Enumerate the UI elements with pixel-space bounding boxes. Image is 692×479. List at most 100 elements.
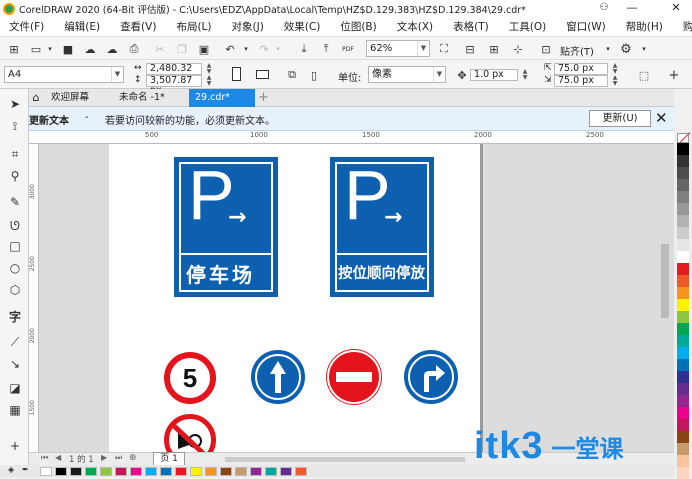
color-swatch[interactable] <box>250 467 262 476</box>
cut-icon[interactable]: ✂ <box>152 41 168 57</box>
redo-dropdown-icon[interactable]: ▾ <box>270 41 286 57</box>
color-swatch[interactable] <box>677 227 689 239</box>
color-swatch[interactable] <box>677 275 689 287</box>
no-horn-sign[interactable] <box>164 414 216 452</box>
print-icon[interactable]: ⎙ <box>126 41 142 57</box>
page-tab[interactable]: 页 1 <box>153 452 185 466</box>
prev-page-icon[interactable]: ◀ <box>55 453 61 462</box>
menu-effects[interactable]: 效果(C) <box>284 19 321 34</box>
home-icon[interactable]: ⌂ <box>29 91 43 105</box>
color-swatch[interactable] <box>40 467 52 476</box>
connector-tool-icon[interactable]: ↘ <box>6 355 24 373</box>
landscape-icon[interactable] <box>256 70 269 79</box>
vertical-ruler[interactable]: 3000 2500 2000 1500 <box>29 144 39 452</box>
color-swatch[interactable] <box>175 467 187 476</box>
menu-text[interactable]: 文本(X) <box>397 19 433 34</box>
minimize-button[interactable]: — <box>620 0 644 17</box>
new-document-icon[interactable]: ⊞ <box>6 41 22 57</box>
color-swatch[interactable] <box>295 467 307 476</box>
current-page-icon[interactable]: ▯ <box>306 67 322 83</box>
zoom-tool-icon[interactable]: ⚲ <box>6 167 24 185</box>
color-swatch[interactable] <box>85 467 97 476</box>
close-notification-icon[interactable]: ✕ <box>655 109 668 127</box>
guidelines-icon[interactable]: ⊹ <box>510 41 526 57</box>
import-icon[interactable]: ⤓ <box>296 41 312 57</box>
update-button[interactable]: 更新(U) <box>589 110 651 127</box>
height-spinner[interactable]: ▲ ▼ <box>204 75 214 87</box>
menu-help[interactable]: 帮助(H) <box>626 19 663 34</box>
options-gear-icon[interactable]: ⚙ <box>618 41 634 57</box>
color-swatch[interactable] <box>677 155 689 167</box>
color-swatch[interactable] <box>677 287 689 299</box>
color-swatch[interactable] <box>280 467 292 476</box>
color-swatch[interactable] <box>677 311 689 323</box>
add-icon[interactable]: + <box>666 67 682 83</box>
color-swatch[interactable] <box>235 467 247 476</box>
ellipse-tool-icon[interactable]: ○ <box>6 259 24 277</box>
menu-file[interactable]: 文件(F) <box>9 19 44 34</box>
portrait-icon[interactable] <box>232 67 241 81</box>
snap-to-label[interactable]: 贴齐(T) <box>560 43 594 58</box>
open-dropdown-icon[interactable]: ▾ <box>42 41 58 57</box>
no-color-swatch[interactable] <box>677 132 691 143</box>
color-swatch[interactable] <box>677 167 689 179</box>
color-swatch[interactable] <box>677 239 689 251</box>
color-swatch[interactable] <box>677 215 689 227</box>
artistic-media-icon[interactable]: ᘎ <box>6 217 24 235</box>
full-screen-icon[interactable]: ⛶ <box>436 41 452 57</box>
page-frame-icon[interactable]: ⬚ <box>636 67 652 83</box>
document-page[interactable]: P → 停车场 P → 按位顺向停放 5 <box>109 144 480 452</box>
parking-sign-2[interactable]: P → 按位顺向停放 <box>330 156 434 297</box>
color-swatch[interactable] <box>677 251 689 263</box>
color-swatch[interactable] <box>677 299 689 311</box>
color-swatch[interactable] <box>55 467 67 476</box>
color-swatch[interactable] <box>70 467 82 476</box>
save-icon[interactable]: ■ <box>60 41 76 57</box>
color-swatch[interactable] <box>677 347 689 359</box>
add-tool-icon[interactable]: + <box>6 437 24 455</box>
color-swatch[interactable] <box>677 371 689 383</box>
cloud-icon[interactable]: ☁ <box>82 41 98 57</box>
tab-welcome[interactable]: 欢迎屏幕 <box>45 89 111 107</box>
menu-tools[interactable]: 工具(O) <box>509 19 546 34</box>
options-dropdown-icon[interactable]: ▾ <box>636 41 652 57</box>
color-swatch[interactable] <box>160 467 172 476</box>
duplicate-x-field[interactable]: 75.0 px <box>554 63 608 75</box>
color-swatch[interactable] <box>677 359 689 371</box>
add-tab-button[interactable]: + <box>255 89 271 107</box>
menu-table[interactable]: 表格(T) <box>453 19 489 34</box>
last-page-icon[interactable]: ⏭ <box>115 453 122 463</box>
color-swatch[interactable] <box>220 467 232 476</box>
horizontal-ruler[interactable]: 500 1000 1500 2000 2500 <box>29 131 674 144</box>
color-swatch[interactable] <box>677 323 689 335</box>
rectangle-tool-icon[interactable]: □ <box>6 237 24 255</box>
text-tool-icon[interactable]: 字 <box>6 307 24 325</box>
shape-tool-icon[interactable]: ⟟ <box>6 117 24 135</box>
show-grid-icon[interactable]: ⊞ <box>486 41 502 57</box>
pick-tool-icon[interactable]: ➤ <box>6 95 24 113</box>
drawing-canvas[interactable]: P → 停车场 P → 按位顺向停放 5 <box>39 144 674 452</box>
units-select[interactable]: 像素 ▼ <box>368 66 446 83</box>
first-page-icon[interactable]: ⏮ <box>41 453 48 463</box>
turn-right-sign[interactable] <box>404 350 458 404</box>
parallel-dimension-icon[interactable]: ⟋ <box>6 333 24 351</box>
color-swatch[interactable] <box>677 335 689 347</box>
menu-bitmaps[interactable]: 位图(B) <box>340 19 376 34</box>
transparency-tool-icon[interactable]: ▦ <box>6 401 24 419</box>
snap-icon[interactable]: ⊡ <box>538 41 554 57</box>
drop-shadow-icon[interactable]: ◪ <box>6 379 24 397</box>
publish-pdf-icon[interactable]: PDF <box>340 41 356 57</box>
menu-object[interactable]: 对象(J) <box>232 19 264 34</box>
next-page-icon[interactable]: ▶ <box>101 453 107 462</box>
color-swatch[interactable] <box>677 143 689 155</box>
nudge-spinner[interactable]: ▲ ▼ <box>520 69 530 81</box>
menu-view[interactable]: 查看(V) <box>120 19 156 34</box>
add-page-icon[interactable]: ⊕ <box>129 453 137 463</box>
page-width-field[interactable]: 2,480.32 px <box>146 63 202 84</box>
show-rulers-icon[interactable]: ⊟ <box>462 41 478 57</box>
color-swatch[interactable] <box>677 383 689 395</box>
menu-buy[interactable]: 购买 <box>683 19 692 34</box>
fill-icon[interactable]: ◈ <box>8 465 14 474</box>
outline-pen-icon[interactable]: ✒ <box>22 465 29 474</box>
nudge-distance-field[interactable]: 1.0 px <box>470 69 518 81</box>
